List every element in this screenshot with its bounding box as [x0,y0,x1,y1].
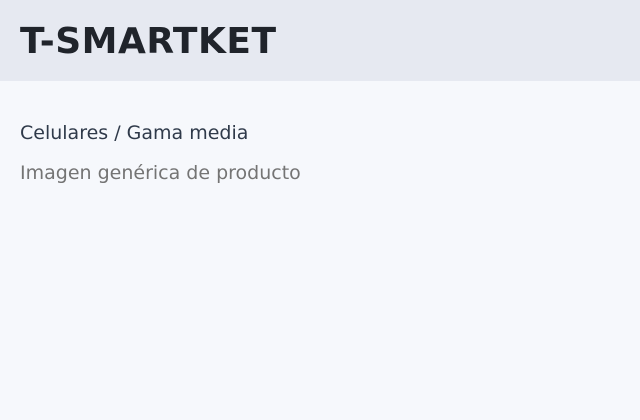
breadcrumb[interactable]: Celulares / Gama media [20,121,248,145]
site-header: T-SMARTKET [0,0,640,81]
brand-logo-text[interactable]: T-SMARTKET [20,20,277,64]
main-content: Celulares / Gama media Imagen genérica d… [0,81,640,420]
product-image-placeholder: Imagen genérica de producto [20,162,301,184]
